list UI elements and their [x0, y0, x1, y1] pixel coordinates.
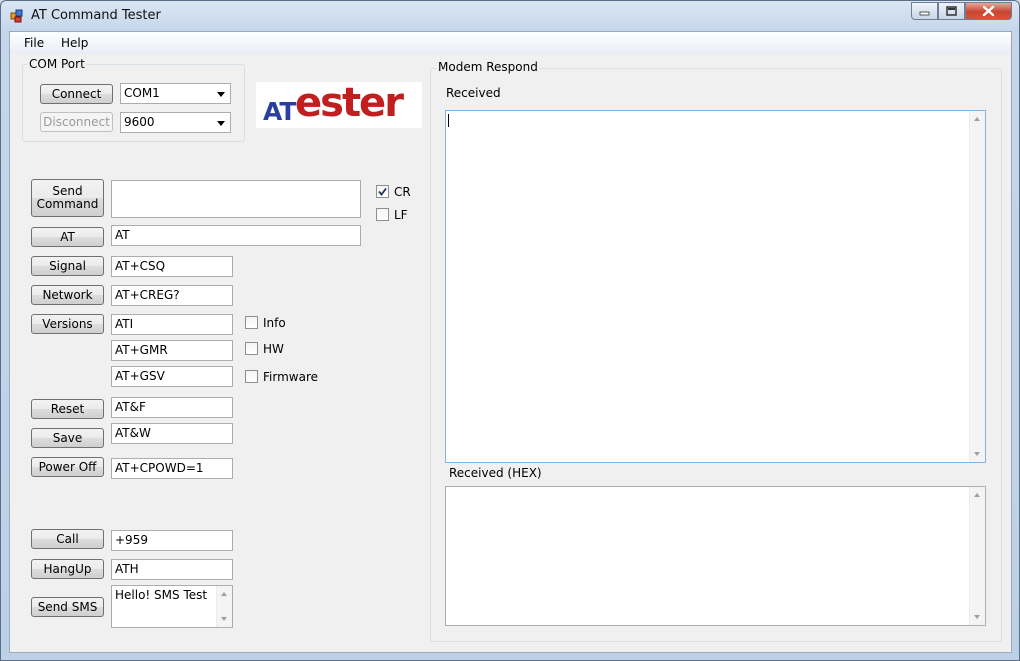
- network-input[interactable]: AT+CREG?: [111, 285, 233, 306]
- cr-label: CR: [394, 185, 411, 199]
- disconnect-button[interactable]: Disconnect: [40, 112, 113, 132]
- info-label: Info: [263, 316, 286, 330]
- scroll-up-icon: [221, 592, 227, 596]
- call-number-input[interactable]: +959: [111, 530, 233, 551]
- network-button[interactable]: Network: [31, 285, 104, 305]
- minimize-icon: [919, 11, 930, 16]
- maximize-button[interactable]: [938, 2, 965, 20]
- chevron-down-icon: [217, 92, 225, 97]
- close-button[interactable]: [965, 2, 1012, 20]
- signal-button[interactable]: Signal: [31, 256, 104, 276]
- at-button[interactable]: AT: [31, 227, 104, 247]
- sms-text-area[interactable]: Hello! SMS Test: [111, 585, 233, 628]
- menu-file[interactable]: File: [24, 36, 44, 50]
- text-caret: [448, 114, 449, 127]
- minimize-button[interactable]: [911, 2, 938, 20]
- checkmark-icon: [378, 187, 387, 196]
- app-icon: [10, 9, 23, 23]
- logo-tester-text: ester: [295, 80, 404, 126]
- lf-checkbox[interactable]: [376, 208, 389, 221]
- hw-checkbox[interactable]: [245, 342, 258, 355]
- menu-help[interactable]: Help: [61, 36, 88, 50]
- chevron-down-icon: [217, 121, 225, 126]
- send-command-button[interactable]: Send Command: [31, 179, 104, 217]
- save-button[interactable]: Save: [31, 428, 104, 448]
- at-input[interactable]: AT: [111, 225, 361, 246]
- logo-at-text: AT: [263, 97, 296, 126]
- lf-label: LF: [394, 208, 408, 222]
- maximize-icon: [946, 6, 957, 16]
- scroll-up-icon: [974, 493, 980, 497]
- sms-scrollbar[interactable]: [216, 586, 232, 627]
- hangup-button[interactable]: HangUp: [31, 559, 104, 579]
- com-port-group-title: COM Port: [27, 57, 87, 71]
- hangup-input[interactable]: ATH: [111, 559, 233, 580]
- send-sms-button[interactable]: Send SMS: [31, 597, 104, 617]
- client-area: File Help COM Port Connect Disconnect CO…: [9, 31, 1012, 653]
- signal-input[interactable]: AT+CSQ: [111, 256, 233, 277]
- send-command-input[interactable]: [111, 180, 361, 218]
- menu-bar: File Help: [10, 32, 1011, 54]
- reset-button[interactable]: Reset: [31, 399, 104, 419]
- title-bar[interactable]: AT Command Tester: [1, 1, 1019, 31]
- com-port-select[interactable]: COM1: [120, 83, 231, 104]
- scroll-down-icon: [221, 617, 227, 621]
- baud-rate-value: 9600: [124, 115, 155, 129]
- received-scrollbar[interactable]: [969, 111, 985, 462]
- modem-respond-title: Modem Respond: [436, 60, 540, 74]
- scroll-up-icon: [974, 117, 980, 121]
- received-hex-label: Received (HEX): [449, 466, 542, 480]
- app-window: AT Command Tester File Help COM Port Con…: [0, 0, 1020, 661]
- received-hex-text-area[interactable]: [445, 486, 986, 626]
- atester-logo: AT ester: [256, 80, 422, 128]
- hw-label: HW: [263, 342, 284, 356]
- reset-input[interactable]: AT&F: [111, 397, 233, 418]
- cr-checkbox[interactable]: [376, 185, 389, 198]
- com-port-value: COM1: [124, 86, 160, 100]
- received-text-area[interactable]: [445, 110, 986, 463]
- scroll-down-icon: [974, 452, 980, 456]
- versions-button[interactable]: Versions: [31, 314, 104, 334]
- ati-input[interactable]: ATI: [111, 314, 233, 335]
- received-label: Received: [446, 86, 501, 100]
- save-input[interactable]: AT&W: [111, 423, 233, 444]
- info-checkbox[interactable]: [245, 316, 258, 329]
- scroll-down-icon: [974, 615, 980, 619]
- power-off-input[interactable]: AT+CPOWD=1: [111, 458, 233, 479]
- power-off-button[interactable]: Power Off: [31, 457, 104, 477]
- close-icon: [982, 5, 995, 17]
- window-title: AT Command Tester: [31, 8, 161, 23]
- firmware-checkbox[interactable]: [245, 370, 258, 383]
- received-hex-scrollbar[interactable]: [969, 487, 985, 625]
- connect-button[interactable]: Connect: [40, 84, 113, 104]
- call-button[interactable]: Call: [31, 529, 104, 549]
- sms-text: Hello! SMS Test: [115, 588, 208, 602]
- gmr-input[interactable]: AT+GMR: [111, 340, 233, 361]
- gsv-input[interactable]: AT+GSV: [111, 366, 233, 387]
- baud-rate-select[interactable]: 9600: [120, 112, 231, 133]
- firmware-label: Firmware: [263, 370, 318, 384]
